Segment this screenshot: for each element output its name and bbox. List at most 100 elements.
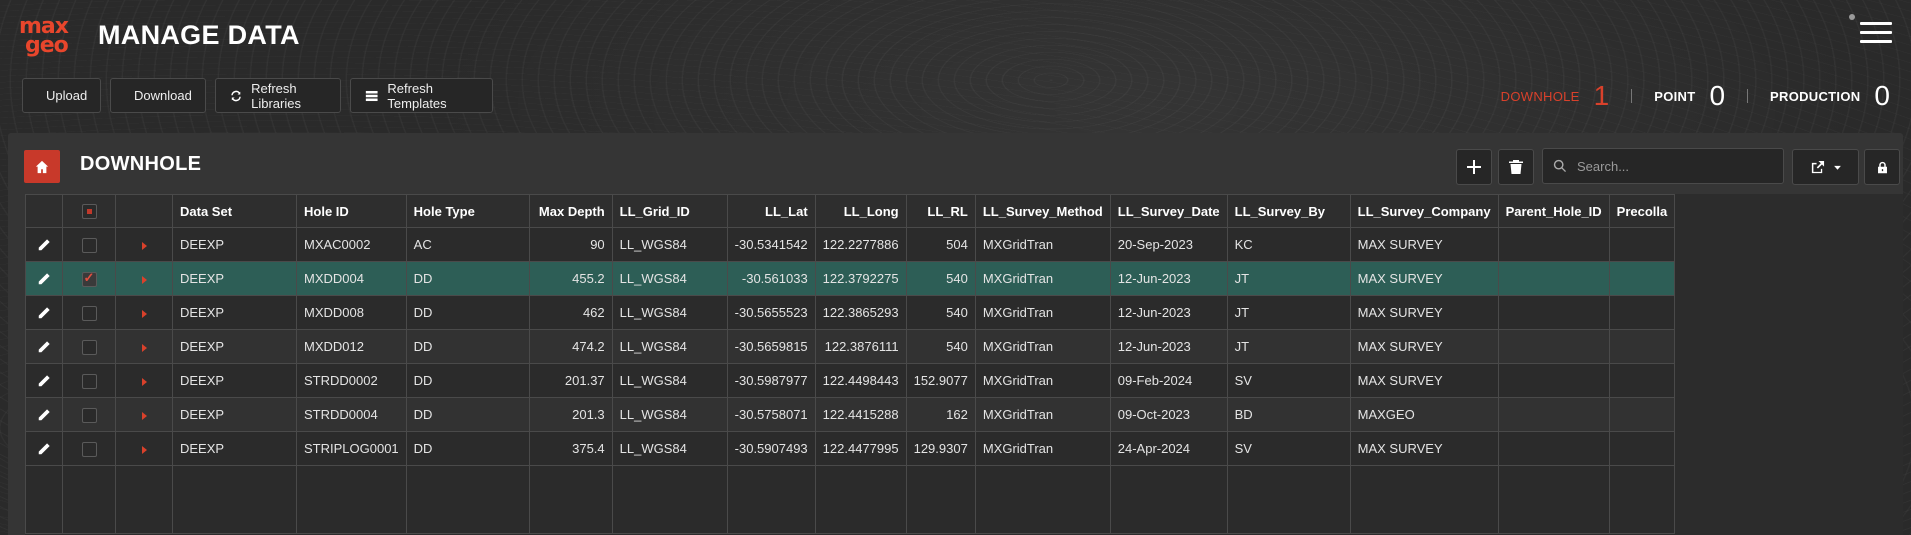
cell-ll-grid-id: LL_WGS84	[611, 363, 728, 398]
column-header-ll-rl[interactable]: LL_RL	[905, 194, 976, 228]
row-expand-cell[interactable]	[115, 261, 173, 296]
download-button[interactable]: Download	[110, 78, 206, 113]
row-select-cell[interactable]	[62, 295, 116, 330]
cell-hole-id: STRDD0002	[296, 363, 407, 398]
column-header-max-depth[interactable]: Max Depth	[528, 194, 613, 228]
row-select-cell[interactable]	[62, 363, 116, 398]
expand-caret-icon[interactable]	[141, 343, 147, 352]
row-select-cell[interactable]	[62, 329, 116, 364]
cell-ll-grid-id: LL_WGS84	[611, 261, 728, 296]
expand-caret-icon[interactable]	[141, 275, 147, 284]
cell-ll-survey-by: JT	[1226, 329, 1351, 364]
column-header-ll-lat[interactable]: LL_Lat	[726, 194, 816, 228]
row-checkbox[interactable]	[81, 270, 97, 287]
row-select-cell[interactable]	[62, 261, 116, 296]
column-header-hole-id[interactable]: Hole ID	[296, 194, 407, 228]
cell-ll-survey-method: MXGridTran	[974, 227, 1111, 262]
row-select-cell[interactable]	[62, 431, 116, 466]
point-counter[interactable]: POINT 0	[1654, 80, 1725, 112]
empty-cell	[115, 465, 173, 534]
row-checkbox[interactable]	[81, 339, 97, 355]
empty-cell	[726, 465, 816, 534]
column-header-ll-long[interactable]: LL_Long	[814, 194, 907, 228]
row-checkbox[interactable]	[81, 407, 97, 423]
row-checkbox[interactable]	[81, 373, 97, 389]
search-input[interactable]	[1577, 158, 1767, 174]
edit-row-button[interactable]	[25, 397, 63, 432]
add-button[interactable]	[1456, 149, 1492, 185]
cell-ll-long: 122.3876111	[814, 329, 907, 364]
empty-cell	[62, 465, 116, 534]
maxgeo-logo[interactable]: max geo	[19, 16, 77, 58]
column-header-ll-survey-date[interactable]: LL_Survey_Date	[1109, 194, 1228, 228]
column-header-ll-survey-by[interactable]: LL_Survey_By	[1226, 194, 1351, 228]
status-dot-icon	[1849, 14, 1855, 20]
column-header-ll-survey-method[interactable]: LL_Survey_Method	[974, 194, 1111, 228]
table-row[interactable]: DEEXP STRIPLOG0001 DD 375.4 LL_WGS84 -30.5907…	[25, 431, 1676, 466]
edit-row-button[interactable]	[25, 431, 63, 466]
logo-text-line2: geo	[25, 33, 69, 58]
table-row[interactable]: DEEXP STRDD0002 DD 201.37 LL_WGS84 -30.598797…	[25, 363, 1676, 398]
cell-precollar	[1608, 227, 1676, 262]
edit-row-button[interactable]	[25, 363, 63, 398]
row-expand-cell[interactable]	[115, 431, 173, 466]
edit-row-button[interactable]	[25, 227, 63, 262]
row-select-cell[interactable]	[62, 397, 116, 432]
refresh-libraries-label: Refresh Libraries	[251, 80, 301, 111]
table-row[interactable]: DEEXP MXDD012 DD 474.2 LL_WGS84 -30.5659815 12…	[25, 329, 1676, 364]
expand-caret-icon[interactable]	[141, 411, 147, 420]
home-button[interactable]	[24, 150, 60, 183]
cell-ll-survey-company: MAX SURVEY	[1349, 295, 1499, 330]
search-icon	[1553, 159, 1567, 173]
cell-ll-lat: -30.5659815	[726, 329, 816, 364]
row-select-cell[interactable]	[62, 227, 116, 262]
upload-button[interactable]: Upload	[22, 78, 101, 113]
expand-caret-icon[interactable]	[141, 309, 147, 318]
column-header-precollar[interactable]: Precolla	[1608, 194, 1676, 228]
cell-precollar	[1608, 431, 1676, 466]
production-counter[interactable]: PRODUCTION 0	[1770, 80, 1890, 112]
select-all-checkbox[interactable]	[81, 204, 97, 220]
cell-ll-survey-date: 24-Apr-2024	[1109, 431, 1228, 466]
row-expand-cell[interactable]	[115, 397, 173, 432]
table-row[interactable]: DEEXP STRDD0004 DD 201.3 LL_WGS84 -30.5758071…	[25, 397, 1676, 432]
upload-label: Upload	[46, 88, 88, 103]
row-expand-cell[interactable]	[115, 295, 173, 330]
table-row[interactable]: DEEXP MXAC0002 AC 90 LL_WGS84 -30.5341542 122.…	[25, 227, 1676, 262]
table-row[interactable]: DEEXPMXDD004DD455.2LL_WGS84-30.561033122…	[25, 261, 1676, 296]
search-box[interactable]	[1542, 148, 1784, 184]
select-all-header[interactable]	[62, 194, 116, 228]
refresh-libraries-button[interactable]: Refresh Libraries	[215, 78, 341, 113]
column-header-hole-type[interactable]: Hole Type	[405, 194, 530, 228]
column-header-ll-grid-id[interactable]: LL_Grid_ID	[611, 194, 728, 228]
row-expand-cell[interactable]	[115, 227, 173, 262]
cell-hole-id: STRIPLOG0001	[296, 431, 407, 466]
pencil-icon	[38, 375, 50, 387]
cell-ll-rl: 162	[905, 397, 976, 432]
lock-button[interactable]	[1864, 149, 1900, 185]
refresh-templates-button[interactable]: Refresh Templates	[350, 78, 493, 113]
table-row[interactable]: DEEXP MXDD008 DD 462 LL_WGS84 -30.5655523 122.…	[25, 295, 1676, 330]
cell-ll-rl: 540	[905, 329, 976, 364]
column-header-ll-survey-company[interactable]: LL_Survey_Company	[1349, 194, 1499, 228]
empty-cell	[25, 465, 63, 534]
expand-caret-icon[interactable]	[141, 241, 147, 250]
edit-row-button[interactable]	[25, 295, 63, 330]
expand-caret-icon[interactable]	[141, 377, 147, 386]
row-checkbox[interactable]	[81, 441, 97, 457]
row-expand-cell[interactable]	[115, 363, 173, 398]
row-expand-cell[interactable]	[115, 329, 173, 364]
edit-row-button[interactable]	[25, 329, 63, 364]
row-checkbox[interactable]	[81, 305, 97, 321]
row-checkbox[interactable]	[81, 237, 97, 253]
cell-ll-survey-company: MAXGEO	[1349, 397, 1499, 432]
hamburger-menu-icon[interactable]	[1860, 22, 1892, 44]
downhole-counter[interactable]: DOWNHOLE 1	[1501, 80, 1610, 112]
column-header-parent-hole-id[interactable]: Parent_Hole_ID	[1497, 194, 1610, 228]
cell-parent-hole-id	[1497, 261, 1610, 296]
expand-caret-icon[interactable]	[141, 445, 147, 454]
edit-row-button[interactable]	[25, 261, 63, 296]
export-dropdown-button[interactable]	[1792, 149, 1859, 185]
delete-button[interactable]	[1498, 149, 1534, 185]
column-header-data-set[interactable]: Data Set	[172, 194, 297, 228]
